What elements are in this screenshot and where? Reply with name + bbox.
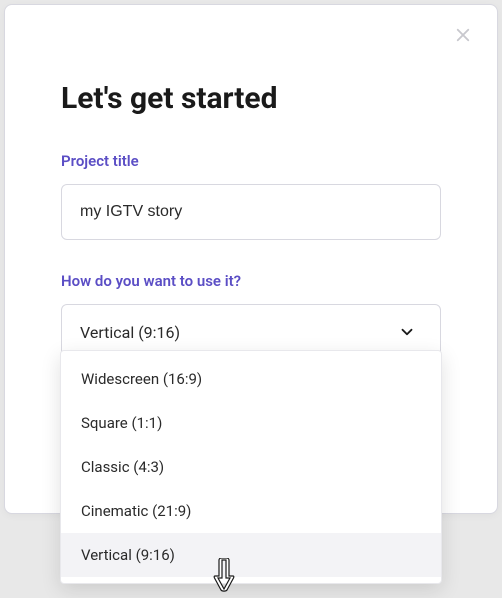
project-title-label: Project title [61, 152, 441, 170]
project-title-input[interactable] [61, 184, 441, 240]
close-icon [454, 26, 472, 44]
usage-option-classic[interactable]: Classic (4:3) [61, 445, 441, 489]
modal-title: Let's get started [61, 81, 441, 116]
chevron-down-icon [398, 323, 416, 341]
close-button[interactable] [451, 23, 475, 47]
usage-option-widescreen[interactable]: Widescreen (16:9) [61, 357, 441, 401]
usage-option-vertical[interactable]: Vertical (9:16) [61, 533, 441, 577]
usage-dropdown: Widescreen (16:9) Square (1:1) Classic (… [60, 350, 442, 584]
usage-selected-value: Vertical (9:16) [80, 323, 180, 342]
usage-option-square[interactable]: Square (1:1) [61, 401, 441, 445]
usage-label: How do you want to use it? [61, 272, 441, 290]
usage-option-cinematic[interactable]: Cinematic (21:9) [61, 489, 441, 533]
